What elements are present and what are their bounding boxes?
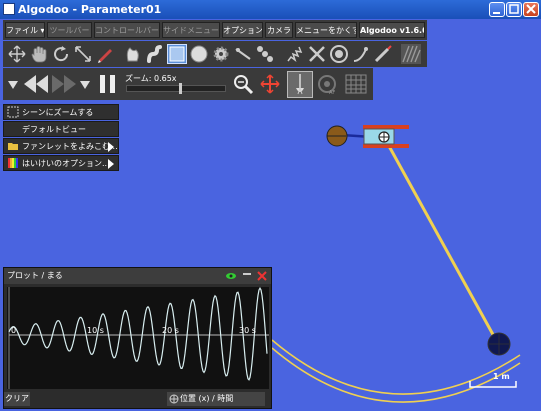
axis-selector-label: 位置 (x) / 時間: [180, 394, 234, 403]
minimize-plot-icon[interactable]: [241, 270, 253, 282]
pivot-bar-top[interactable]: [363, 125, 409, 129]
close-plot-icon[interactable]: [256, 270, 268, 282]
plot-title: プロット / まる: [7, 271, 63, 280]
plot-area[interactable]: 0 10 s 20 s 30 s: [7, 286, 269, 389]
pendulum-rope: [382, 136, 498, 341]
x-tick-30: 30 s: [239, 326, 256, 335]
axis-selector[interactable]: 位置 (x) / 時間: [167, 392, 265, 406]
plot-line: [8, 286, 268, 381]
clear-button[interactable]: クリア: [4, 392, 30, 406]
x-tick-10: 10 s: [87, 326, 104, 335]
x-tick-20: 20 s: [162, 326, 179, 335]
pivot-bar-bottom[interactable]: [363, 144, 409, 148]
eye-icon[interactable]: [225, 270, 237, 282]
y-zero-label: 0: [11, 326, 17, 335]
plot-header: プロット / まる: [4, 268, 271, 284]
track-curve-outer: [271, 339, 521, 395]
plot-window: プロット / まる 0 10 s 20 s 30 s クリア 位置 (x) / …: [3, 267, 272, 409]
plot-footer: クリア 位置 (x) / 時間: [4, 390, 271, 408]
scale-label: 1 m: [493, 372, 510, 381]
position-icon: [169, 394, 179, 404]
